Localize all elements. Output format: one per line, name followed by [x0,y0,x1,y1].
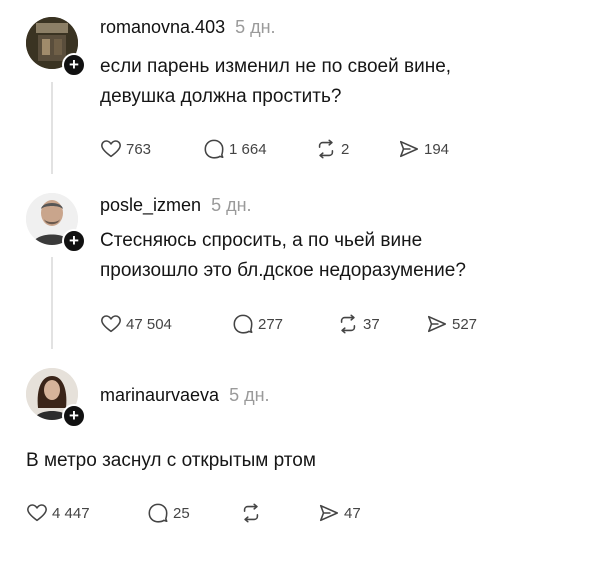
action-bar: 4 447 25 47 [26,501,426,525]
repost-button[interactable] [240,501,266,525]
post-text-line: если парень изменил не по своей вине, [100,56,452,77]
reply-count: 277 [258,315,284,333]
repost-icon [243,503,259,523]
post-1: + romanovna.403 5 дн. если парень изменил… [0,0,600,185]
post-header: posle_izmen 5 дн. [100,195,252,216]
reply-button[interactable]: 277 [232,312,283,336]
repost-button[interactable]: 37 [337,312,380,336]
post-time: 5 дн. [211,195,252,215]
post-text-line: В метро заснул с открытым ртом [26,450,316,471]
thread-line [51,257,53,349]
heart-icon [27,504,47,522]
action-bar: 763 1 664 2 194 [100,137,520,161]
post-text-line: девушка должна простить? [100,86,342,107]
share-button[interactable]: 527 [426,312,477,336]
comment-icon [204,139,224,159]
reply-count: 1 664 [229,140,267,158]
send-icon [427,315,447,333]
post-time: 5 дн. [229,385,270,405]
repost-count: 37 [363,315,380,333]
action-bar: 47 504 277 37 527 [100,312,520,336]
reply-button[interactable]: 25 [147,501,190,525]
follow-plus-icon[interactable]: + [62,404,86,428]
username[interactable]: romanovna.403 [100,17,225,37]
like-count: 47 504 [126,315,172,333]
follow-plus-icon[interactable]: + [62,53,86,77]
repost-count: 2 [341,140,350,158]
repost-icon [340,314,356,334]
post-header: marinaurvaeva 5 дн. [100,385,270,406]
username[interactable]: marinaurvaeva [100,385,219,405]
comment-icon [233,314,253,334]
reply-count: 25 [173,504,190,522]
post-text: В метро заснул с открытым ртом [26,446,316,476]
send-icon [319,504,339,522]
like-button[interactable]: 47 504 [100,312,172,336]
comment-icon [148,503,168,523]
post-text-line: Стесняюсь спросить, а по чьей вине [100,230,423,251]
like-count: 4 447 [52,504,90,522]
username[interactable]: posle_izmen [100,195,201,215]
share-count: 194 [424,140,450,158]
post-3: + marinaurvaeva 5 дн. В метро заснул с от… [0,360,600,566]
post-header: romanovna.403 5 дн. [100,17,276,38]
post-text: если парень изменил не по своей вине, де… [100,52,451,112]
repost-button[interactable]: 2 [315,137,349,161]
post-2: + posle_izmen 5 дн. Стесняюсь спросить, а… [0,185,600,360]
post-time: 5 дн. [235,17,276,37]
share-count: 47 [344,504,361,522]
follow-plus-icon[interactable]: + [62,229,86,253]
like-button[interactable]: 4 447 [26,501,90,525]
send-icon [399,140,419,158]
post-text-line: произошло это бл.дское недоразумение? [100,260,466,281]
share-button[interactable]: 47 [318,501,361,525]
thread-line [51,82,53,174]
share-button[interactable]: 194 [398,137,449,161]
like-button[interactable]: 763 [100,137,151,161]
reply-button[interactable]: 1 664 [203,137,267,161]
repost-icon [318,139,334,159]
post-text: Стесняюсь спросить, а по чьей вине произ… [100,226,466,286]
heart-icon [101,315,121,333]
share-count: 527 [452,315,478,333]
heart-icon [101,140,121,158]
like-count: 763 [126,140,152,158]
